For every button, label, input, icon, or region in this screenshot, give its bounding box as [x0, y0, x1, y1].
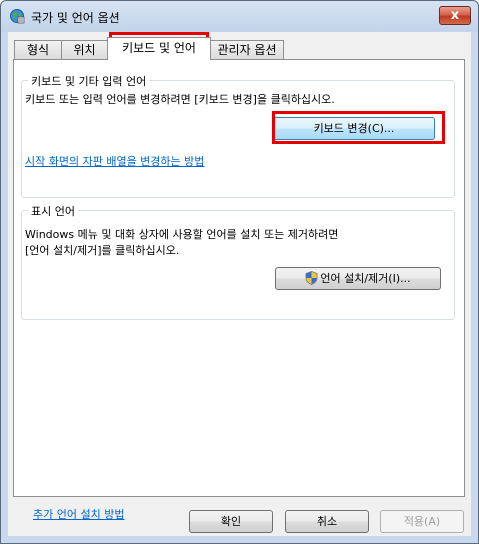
cancel-button[interactable]: 취소 [285, 510, 369, 533]
onscreen-keyboard-link[interactable]: 시작 화면의 자판 배열을 변경하는 방법 [25, 153, 204, 169]
title-bar[interactable]: 국가 및 언어 옵션 x [1, 1, 478, 31]
keyboards-description: 키보드 또는 입력 언어를 변경하려면 [키보드 변경]을 클릭하십시오. [25, 93, 335, 106]
keyboards-group: 키보드 및 기타 입력 언어 키보드 또는 입력 언어를 변경하려면 [키보드 … [21, 73, 455, 198]
ok-button[interactable]: 확인 [189, 510, 273, 533]
close-button[interactable]: x [439, 6, 471, 25]
install-uninstall-languages-label: 언어 설치/제거(I)... [320, 272, 411, 285]
display-language-description-1: Windows 메뉴 및 대화 상자에 사용할 언어를 설치 또는 제거하려면 [25, 228, 339, 241]
tab-panel: 키보드 및 기타 입력 언어 키보드 또는 입력 언어를 변경하려면 [키보드 … [13, 59, 465, 521]
window-title: 국가 및 언어 옵션 [31, 11, 120, 25]
tab-keyboards-languages[interactable]: 키보드 및 언어 [107, 37, 211, 60]
display-language-title: 표시 언어 [28, 203, 78, 219]
install-languages-link[interactable]: 추가 언어 설치 방법 [33, 506, 124, 522]
tab-strip: 형식 위치 키보드 및 언어 관리자 옵션 [8, 35, 471, 60]
tab-administrative[interactable]: 관리자 옵션 [210, 40, 284, 59]
uac-shield-icon [305, 271, 318, 285]
close-icon: x [450, 8, 460, 23]
tab-formats[interactable]: 형식 [14, 40, 62, 59]
change-keyboards-button[interactable]: 키보드 변경(C)... [273, 117, 435, 140]
dialog-window: 국가 및 언어 옵션 x 형식 위치 키보드 및 언어 관리자 옵션 키보드 및… [0, 0, 479, 544]
keyboards-group-title: 키보드 및 기타 입력 언어 [28, 73, 150, 89]
display-language-group: 표시 언어 Windows 메뉴 및 대화 상자에 사용할 언어를 설치 또는 … [21, 203, 455, 320]
dialog-client: 형식 위치 키보드 및 언어 관리자 옵션 키보드 및 기타 입력 언어 키보드… [8, 32, 471, 536]
display-language-description-2: [언어 설치/제거]를 클릭하십시오. [25, 244, 180, 257]
apply-button[interactable]: 적용(A) [380, 510, 464, 533]
tab-location[interactable]: 위치 [61, 40, 108, 59]
globe-icon [10, 9, 25, 24]
install-uninstall-languages-button[interactable]: 언어 설치/제거(I)... [275, 267, 441, 290]
